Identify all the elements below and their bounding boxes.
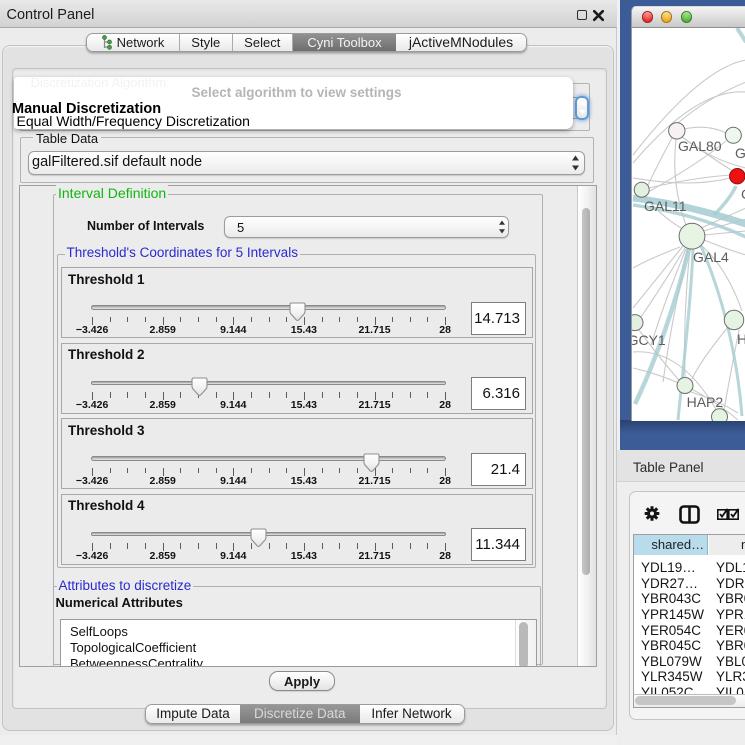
svg-text:GAL4: GAL4 bbox=[693, 249, 729, 265]
svg-text:H: H bbox=[737, 331, 745, 347]
svg-text:HAP2: HAP2 bbox=[687, 394, 724, 410]
svg-text:GAL: GAL bbox=[735, 145, 745, 161]
svg-text:GAL11: GAL11 bbox=[644, 198, 687, 214]
svg-text:C: C bbox=[741, 186, 745, 202]
svg-text:GAL80: GAL80 bbox=[678, 138, 722, 154]
svg-text:GCY1: GCY1 bbox=[632, 332, 666, 348]
